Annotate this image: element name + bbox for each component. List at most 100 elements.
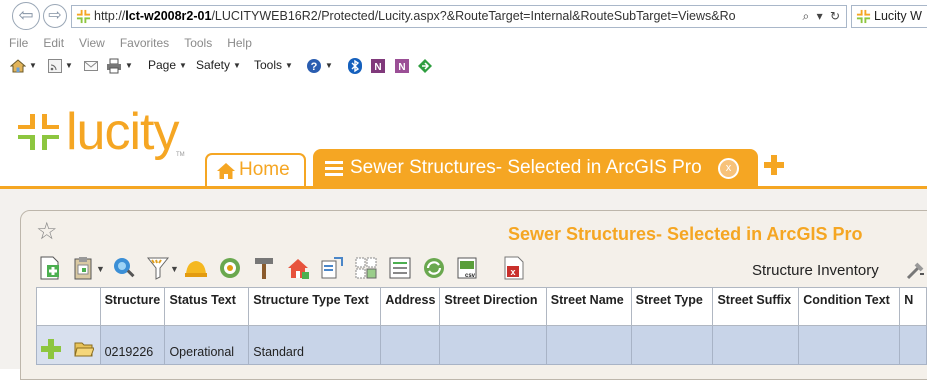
column-header-street-suffix[interactable]: Street Suffix [712,287,800,326]
tab-home-label: Home [239,159,290,180]
column-header-structure[interactable]: Structure [99,287,166,326]
home-icon [217,163,235,179]
menu-file[interactable]: File [9,32,28,54]
row-actions-cell [36,325,101,365]
hammer-icon[interactable] [252,256,276,280]
svg-text:csv: csv [465,273,476,279]
onenote-button-1[interactable]: N [370,54,386,76]
tools-menu-button[interactable]: Tools ▼ [254,54,293,77]
sync-icon[interactable] [422,256,446,280]
home-page-button[interactable]: ▼ [10,54,37,77]
column-header-street-name[interactable]: Street Name [545,287,632,326]
cell-address[interactable] [380,325,441,365]
tab-home[interactable]: Home [205,153,306,187]
page-menu-label: Page [148,58,177,72]
read-mail-button[interactable] [84,54,98,76]
menu-view[interactable]: View [79,32,105,54]
clipboard-icon[interactable] [72,256,96,280]
print-button[interactable]: ▼ [106,54,133,77]
url-tools-icons[interactable]: ⌕ ▾ ↻ [803,6,842,27]
bluetooth-button[interactable] [348,54,362,76]
cell-structure-type-text[interactable]: Standard [248,325,382,365]
column-header-condition-text[interactable]: Condition Text [798,287,901,326]
export-csv-icon[interactable]: csv [456,256,480,280]
feed-icon [48,58,62,73]
page-menu-button[interactable]: Page ▼ [148,54,187,77]
menu-help[interactable]: Help [227,32,252,54]
printer-icon [107,58,121,74]
open-folder-icon[interactable] [74,340,95,358]
browser-tab-title: Lucity W [874,9,922,23]
view-tools-icon[interactable] [906,262,926,280]
cell-structure[interactable]: 0219226 [99,325,166,365]
browser-menu-bar: File Edit View Favorites Tools Help [0,32,927,54]
pdf-icon[interactable]: x [502,256,526,280]
back-button[interactable]: ⇦ [12,2,40,30]
mail-icon [84,60,98,71]
house-icon [10,59,26,73]
column-header-actions [36,287,101,326]
refresh-status-icon[interactable] [218,256,242,280]
hardhat-icon[interactable] [184,256,208,280]
lucity-logo-text: lucity [66,103,179,161]
view-selector[interactable]: Structure Inventory [752,262,879,279]
column-header-n[interactable]: N [899,287,927,326]
url-host: lct-w2008r2-01 [125,9,212,23]
column-header-status-text[interactable]: Status Text [164,287,250,326]
menu-favorites[interactable]: Favorites [120,32,169,54]
cell-street-direction[interactable] [439,325,547,365]
help-menu-button[interactable]: ? ▼ [306,54,333,77]
column-header-address[interactable]: Address [380,287,441,326]
browser-tab[interactable]: Lucity W [851,5,927,28]
clipboard-dropdown-icon[interactable]: ▼ [96,264,105,274]
svg-text:x: x [510,267,515,277]
table-row[interactable]: 0219226 Operational Standard [36,325,927,365]
svg-text:N: N [374,62,381,73]
copy-fields-icon[interactable] [354,256,378,280]
cell-street-type[interactable] [630,325,714,365]
document-edit-icon[interactable] [320,256,344,280]
tools-menu-label: Tools [254,58,283,72]
svg-text:?: ? [311,61,318,73]
svg-text:N: N [398,62,405,73]
add-tab-icon[interactable] [763,154,785,176]
records-grid: Structure Status Text Structure Type Tex… [36,287,927,365]
browser-address-row: ⇦ ⇨ http://lct-w2008r2-01/LUCITYWEB16R2/… [0,0,927,32]
column-header-structure-type-text[interactable]: Structure Type Text [248,287,382,326]
cell-status-text[interactable]: Operational [164,325,250,365]
cell-street-suffix[interactable] [712,325,800,365]
column-header-street-direction[interactable]: Street Direction [439,287,547,326]
list-icon [325,161,343,176]
logo-trademark: TM [176,152,185,158]
feeds-button[interactable]: ▼ [48,54,73,77]
onenote-button-2[interactable]: N [394,54,410,76]
addon-button[interactable] [418,54,432,76]
onenote-icon: N [371,58,385,73]
close-tab-button[interactable]: x [718,158,739,179]
url-path: /LUCITYWEB16R2/Protected/Lucity.aspx?&Ro… [211,9,736,23]
new-record-icon[interactable] [38,256,62,280]
cell-street-name[interactable] [545,325,632,365]
menu-tools[interactable]: Tools [184,32,212,54]
tab-sewer-structures[interactable]: Sewer Structures- Selected in ArcGIS Pro… [313,149,758,187]
add-record-icon[interactable] [41,339,61,359]
grid-title: Sewer Structures- Selected in ArcGIS Pro [508,224,863,244]
home-flag-icon[interactable] [286,256,310,280]
menu-edit[interactable]: Edit [43,32,64,54]
address-bar[interactable]: http://lct-w2008r2-01/LUCITYWEB16R2/Prot… [71,5,847,28]
lucity-logo-icon [18,114,59,150]
column-header-street-type[interactable]: Street Type [630,287,714,326]
cell-n[interactable] [899,325,927,365]
filter-dropdown-icon[interactable]: ▼ [170,264,179,274]
help-circle-icon: ? [307,58,321,73]
command-bar: ▼ ▼ ▼ Page ▼ Safety ▼ Tools ▼ ? ▼ N N [0,54,927,76]
safety-menu-label: Safety [196,58,231,72]
green-diamond-icon [418,58,432,73]
favorite-star-icon[interactable]: ☆ [36,220,58,244]
report-icon[interactable] [388,256,412,280]
cell-condition-text[interactable] [798,325,901,365]
map-zoom-icon[interactable] [112,256,136,280]
safety-menu-button[interactable]: Safety ▼ [196,54,241,77]
filter-icon[interactable] [146,256,170,280]
forward-button[interactable]: ⇨ [43,4,67,28]
